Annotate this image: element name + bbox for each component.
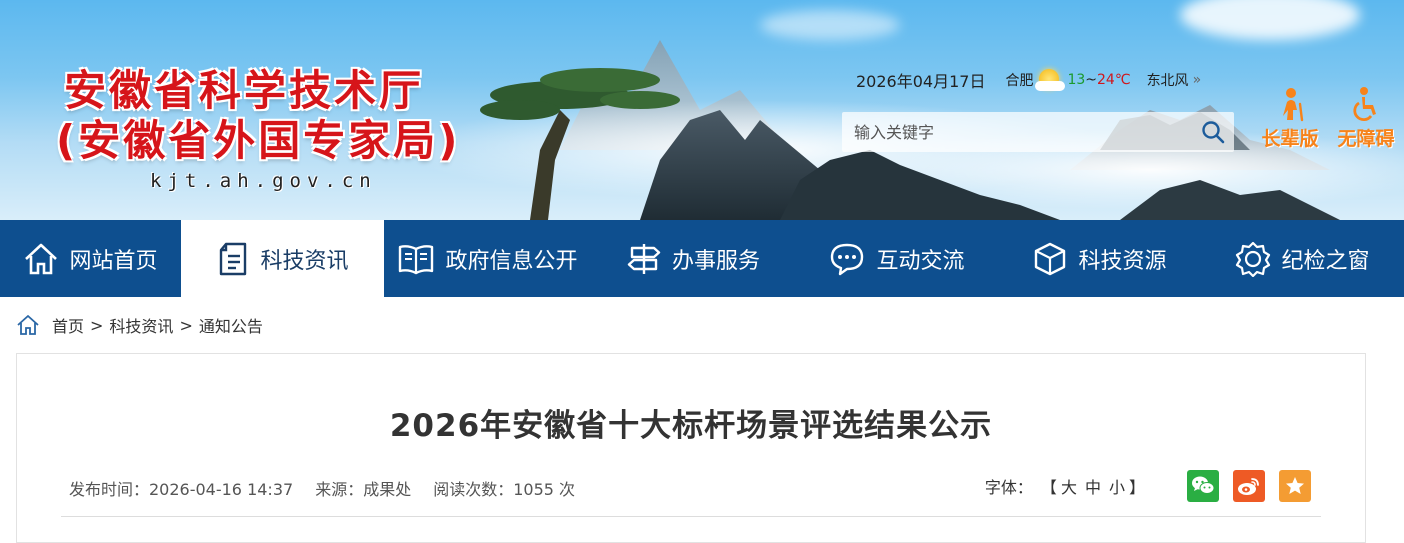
wheelchair-icon <box>1353 87 1376 121</box>
weather-more-icon[interactable]: » <box>1193 72 1202 88</box>
breadcrumb-separator: > <box>179 315 193 335</box>
search-box <box>842 112 1234 152</box>
font-medium-button[interactable]: 中 <box>1085 474 1101 498</box>
temp-low: 13 <box>1067 72 1086 88</box>
nav-item-tech-news[interactable]: 科技资讯 <box>181 220 384 297</box>
site-title-line1: 安徽省科学技术厅 <box>64 66 425 115</box>
elder-mode-label: 长辈版 <box>1261 128 1319 150</box>
nav-label: 网站首页 <box>69 248 158 274</box>
signpost-icon <box>626 241 662 277</box>
article-source: 来源：成果处 <box>315 480 412 499</box>
breadcrumb-notices[interactable]: 通知公告 <box>199 313 263 337</box>
accessibility-button[interactable]: 无障碍 <box>1331 84 1401 151</box>
temp-high: 24℃ <box>1097 72 1131 88</box>
current-date: 2026年04月17日 <box>856 72 986 91</box>
article-tools: 字体： 【 大 中 小 】 <box>985 470 1311 502</box>
search-icon <box>1202 121 1225 144</box>
nav-label: 办事服务 <box>671 248 760 274</box>
bracket-open: 【 <box>1040 478 1057 497</box>
elder-icon <box>1283 88 1304 122</box>
article-meta: 发布时间：2026-04-16 14:37 来源：成果处 阅读次数：1055 次 <box>69 476 597 500</box>
favorite-button[interactable] <box>1279 470 1311 502</box>
accessibility-label: 无障碍 <box>1337 128 1395 150</box>
nav-label: 纪检之窗 <box>1281 248 1370 274</box>
search-input[interactable] <box>842 112 1192 152</box>
share-wechat-button[interactable] <box>1187 470 1219 502</box>
header-banner: 安徽省科学技术厅 (安徽省外国专家局) kjt.ah.gov.cn 2026年0… <box>0 0 1404 220</box>
breadcrumb-tech-news[interactable]: 科技资讯 <box>109 313 173 337</box>
nav-item-resources[interactable]: 科技资源 <box>998 220 1201 297</box>
temp-separator: ~ <box>1085 72 1098 88</box>
wechat-icon <box>1192 476 1215 494</box>
cube-icon <box>1032 241 1068 277</box>
breadcrumb-home[interactable]: 首页 <box>52 313 84 337</box>
nav-label: 互动交流 <box>876 248 965 274</box>
site-title-line2: (安徽省外国专家局) <box>56 116 461 165</box>
breadcrumb-separator: > <box>90 315 104 335</box>
nav-item-discipline[interactable]: 纪检之窗 <box>1201 220 1404 297</box>
nav-label: 科技资讯 <box>260 248 349 274</box>
font-size-label: 字体： <box>984 478 1033 497</box>
article-divider <box>61 516 1321 517</box>
weibo-icon <box>1238 478 1259 495</box>
read-count: 阅读次数：1055 次 <box>433 480 576 499</box>
date-weather-bar: 2026年04月17日 合肥 13 ~ 24℃ 东北风 » <box>856 68 1201 92</box>
publish-time: 发布时间：2026-04-16 14:37 <box>69 480 294 499</box>
wind-direction: 东北风 <box>1146 73 1189 89</box>
font-small-button[interactable]: 小 <box>1109 474 1125 498</box>
search-button[interactable] <box>1192 112 1234 152</box>
nav-label: 科技资源 <box>1078 248 1167 274</box>
nav-item-gov-info[interactable]: 政府信息公开 <box>384 220 591 297</box>
site-domain: kjt.ah.gov.cn <box>150 170 377 192</box>
font-large-button[interactable]: 大 <box>1061 474 1077 498</box>
document-icon <box>216 241 250 277</box>
cloud <box>760 10 900 40</box>
main-nav: 网站首页 科技资讯 政府信息公开 办事服务 互动交流 科技资源 纪检之窗 <box>0 220 1404 297</box>
chat-icon <box>828 241 866 277</box>
gear-badge-icon <box>1235 241 1271 277</box>
bracket-close: 】 <box>1128 478 1145 497</box>
weather-city: 合肥 <box>1005 73 1034 89</box>
star-icon <box>1286 477 1304 494</box>
nav-label: 政府信息公开 <box>445 248 578 274</box>
breadcrumb: 首页 > 科技资讯 > 通知公告 <box>0 297 1404 353</box>
home-icon <box>16 314 40 336</box>
article-panel: 2026年安徽省十大标杆场景评选结果公示 发布时间：2026-04-16 14:… <box>16 353 1366 543</box>
sun-cloud-icon <box>1035 67 1066 93</box>
article-title: 2026年安徽省十大标杆场景评选结果公示 <box>389 408 993 444</box>
book-icon <box>397 243 435 275</box>
home-icon <box>23 242 59 276</box>
share-weibo-button[interactable] <box>1233 470 1265 502</box>
site-title[interactable]: 安徽省科学技术厅 (安徽省外国专家局) kjt.ah.gov.cn <box>56 66 484 192</box>
nav-item-services[interactable]: 办事服务 <box>591 220 795 297</box>
elder-mode-button[interactable]: 长辈版 <box>1255 84 1325 151</box>
nav-item-home[interactable]: 网站首页 <box>0 220 181 297</box>
nav-item-interaction[interactable]: 互动交流 <box>795 220 998 297</box>
